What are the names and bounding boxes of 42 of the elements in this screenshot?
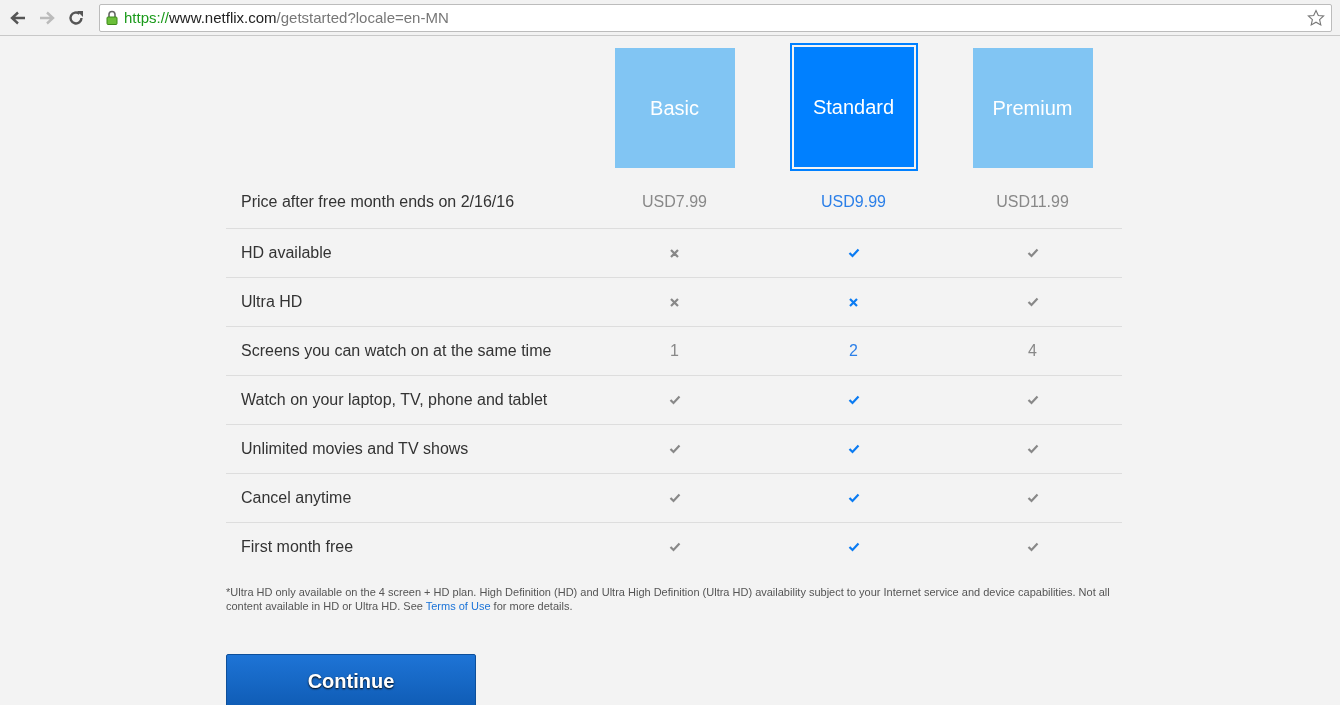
- feature-label: Ultra HD: [240, 293, 304, 311]
- check-icon: [668, 444, 681, 454]
- feature-label: Screens you can watch on at the same time: [240, 342, 553, 360]
- check-icon: [668, 493, 681, 503]
- check-icon: [1026, 444, 1039, 454]
- terms-link[interactable]: Terms of Use: [425, 600, 491, 612]
- bookmark-star-icon[interactable]: [1307, 8, 1325, 27]
- check-icon: [847, 395, 860, 405]
- check-icon: [1026, 248, 1039, 258]
- plan-tile[interactable]: Standard: [791, 45, 916, 169]
- feature-label: Unlimited movies and TV shows: [240, 440, 470, 458]
- price-text: USD9.99: [821, 193, 886, 211]
- check-icon: [1026, 395, 1039, 405]
- feature-label: Price after free month ends on 2/16/16: [240, 193, 516, 211]
- check-icon: [668, 542, 681, 552]
- check-icon: [847, 542, 860, 552]
- check-icon: [1026, 542, 1039, 552]
- value-text: 2: [849, 342, 858, 360]
- feature-label: First month free: [240, 538, 355, 556]
- lock-icon: [106, 10, 118, 25]
- price-text: USD7.99: [642, 193, 707, 211]
- feature-label: HD available: [240, 244, 333, 262]
- check-icon: [847, 248, 860, 258]
- check-icon: [847, 444, 860, 454]
- check-icon: [1026, 297, 1039, 307]
- value-text: 1: [670, 342, 679, 360]
- price-text: USD11.99: [996, 193, 1069, 211]
- continue-button[interactable]: Continue: [226, 654, 476, 705]
- cross-icon: [849, 297, 858, 307]
- url-text: https://www.netflix.com/getstarted?locale=en-MN: [124, 9, 449, 26]
- check-icon: [1026, 493, 1039, 503]
- cross-icon: [670, 248, 679, 258]
- check-icon: [668, 395, 681, 405]
- address-bar[interactable]: https://www.netflix.com/getstarted?locale=en-MN: [99, 3, 1332, 32]
- reload-icon[interactable]: [68, 9, 84, 26]
- feature-label: Cancel anytime: [240, 489, 353, 507]
- value-text: 4: [1028, 342, 1037, 360]
- feature-label: Watch on your laptop, TV, phone and tablet: [240, 391, 549, 409]
- footnote-text: *Ultra HD only available on the 4 screen + HD plan. High Definition (HD) and Ultra High Definition (Ultra HD) availability subject to your Internet service and device capabilities. Not all content available in HD or Ultra HD. See Terms of Use for more details.: [226, 585, 1111, 613]
- check-icon: [847, 493, 860, 503]
- cross-icon: [670, 297, 679, 307]
- back-arrow-icon[interactable]: [10, 10, 26, 25]
